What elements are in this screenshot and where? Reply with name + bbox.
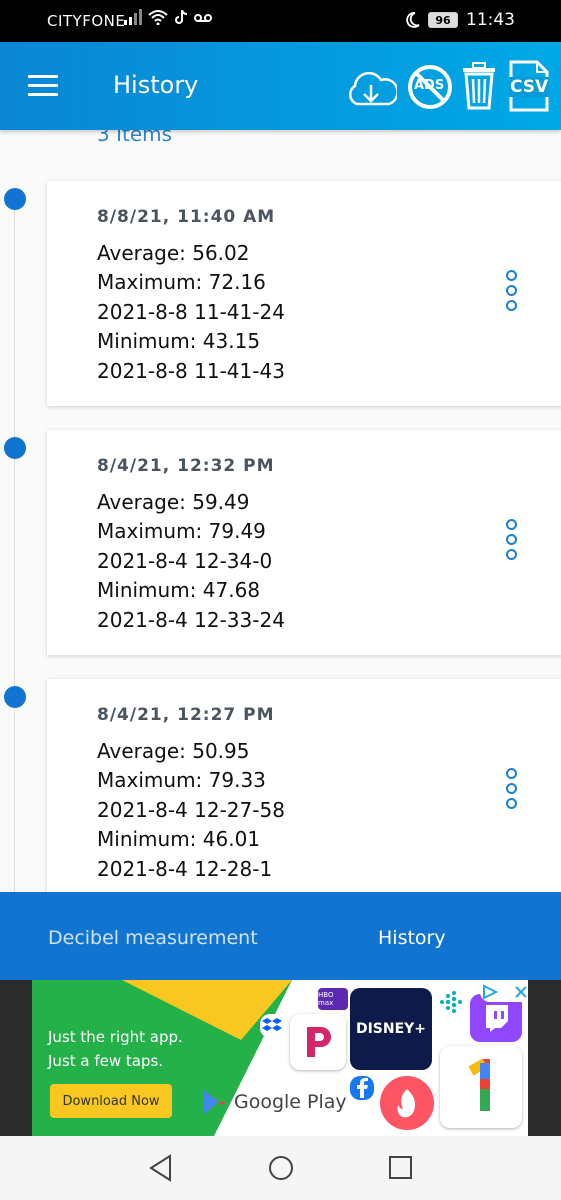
timeline-line <box>14 190 15 892</box>
adchoices-icon[interactable] <box>480 982 528 1002</box>
entry-maximum: Maximum: 79.49 <box>97 519 266 543</box>
entry-average: Average: 56.02 <box>97 241 250 265</box>
entry-minimum: Minimum: 46.01 <box>97 827 261 851</box>
timeline-dot <box>4 188 26 210</box>
entry-maximum: Maximum: 79.33 <box>97 768 266 792</box>
status-icons <box>124 9 212 25</box>
entry-maximum: Maximum: 72.16 <box>97 270 266 294</box>
status-bar: CITYFONE 96 11:43 <box>0 0 561 42</box>
no-ads-button[interactable]: ADS <box>407 64 453 110</box>
entry-max-time: 2021-8-4 12-27-58 <box>97 798 285 822</box>
csv-label: CSV <box>509 77 550 97</box>
tab-history[interactable]: History <box>378 927 446 949</box>
dropbox-icon <box>260 1014 284 1038</box>
entry-average: Average: 59.49 <box>97 490 250 514</box>
status-right: 96 11:43 <box>404 10 515 30</box>
cloud-download-icon[interactable] <box>345 70 397 110</box>
home-icon[interactable] <box>267 1154 295 1182</box>
ad-banner[interactable]: Just the right app. Just a few taps. Dow… <box>32 980 528 1136</box>
tiktok-icon <box>175 9 188 24</box>
disney-plus-icon: DISNEY+ <box>350 988 432 1070</box>
hbo-max-icon: HBO max <box>318 988 348 1010</box>
tab-decibel-measurement[interactable]: Decibel measurement <box>48 927 258 949</box>
battery-indicator: 96 <box>428 12 458 28</box>
google-play-logo: Google Play <box>202 1088 347 1116</box>
entry-min-time: 2021-8-8 11-41-43 <box>97 359 285 383</box>
carrier-name: CITYFONE <box>47 12 126 30</box>
voicemail-icon <box>194 14 212 22</box>
recents-icon[interactable] <box>387 1154 413 1182</box>
ad-headline-2: Just a few taps. <box>48 1052 164 1070</box>
history-card[interactable]: 8/4/21, 12:32 PM Average: 59.49 Maximum:… <box>47 430 561 655</box>
entry-average: Average: 50.95 <box>97 739 250 763</box>
facebook-icon <box>350 1076 374 1100</box>
ad-headline-1: Just the right app. <box>48 1028 183 1046</box>
entry-max-time: 2021-8-4 12-34-0 <box>97 549 273 573</box>
signal-icon <box>124 9 142 25</box>
no-ads-label: ADS <box>414 78 445 93</box>
google-play-icon <box>204 1090 226 1114</box>
entry-min-time: 2021-8-4 12-28-1 <box>97 857 273 881</box>
download-now-button[interactable]: Download Now <box>50 1084 172 1118</box>
entry-date: 8/4/21, 12:32 PM <box>97 456 275 476</box>
ad-container: Just the right app. Just a few taps. Dow… <box>0 980 561 1136</box>
moon-icon <box>406 12 420 28</box>
google-play-text: Google Play <box>234 1091 347 1113</box>
back-icon[interactable] <box>148 1154 174 1182</box>
bottom-nav: Decibel measurement History <box>0 892 561 980</box>
close-ad-icon[interactable] <box>514 985 528 999</box>
pandora-icon <box>290 1014 346 1070</box>
clock: 11:43 <box>466 10 515 30</box>
timeline-dot <box>4 437 26 459</box>
tinder-icon <box>380 1076 434 1130</box>
history-card[interactable]: 8/4/21, 12:27 PM Average: 50.95 Maximum:… <box>47 679 561 892</box>
timeline-dot <box>4 686 26 708</box>
entry-min-time: 2021-8-4 12-33-24 <box>97 608 285 632</box>
menu-icon[interactable] <box>28 75 58 97</box>
more-options-icon[interactable] <box>506 768 518 812</box>
history-card[interactable]: 8/8/21, 11:40 AM Average: 56.02 Maximum:… <box>47 181 561 406</box>
fitbit-icon <box>436 988 464 1016</box>
entry-minimum: Minimum: 47.68 <box>97 578 261 602</box>
hbo-max-label: HBO max <box>318 991 334 1007</box>
history-list[interactable]: 3 Items 8/8/21, 11:40 AM Average: 56.02 … <box>0 130 561 892</box>
entry-max-time: 2021-8-8 11-41-24 <box>97 300 285 324</box>
more-options-icon[interactable] <box>506 270 518 314</box>
disney-plus-label: DISNEY+ <box>355 1021 427 1037</box>
entry-minimum: Minimum: 43.15 <box>97 329 261 353</box>
google-one-icon <box>440 1046 522 1128</box>
more-options-icon[interactable] <box>506 519 518 563</box>
items-count: 3 Items <box>97 130 173 146</box>
csv-export-button[interactable]: CSV <box>507 60 551 112</box>
trash-icon[interactable] <box>461 62 497 110</box>
wifi-icon <box>148 10 168 25</box>
page-title: History <box>113 71 199 99</box>
system-nav-bar <box>0 1136 561 1200</box>
app-bar: History ADS CSV <box>0 42 561 130</box>
entry-date: 8/4/21, 12:27 PM <box>97 705 275 725</box>
entry-date: 8/8/21, 11:40 AM <box>97 207 276 227</box>
